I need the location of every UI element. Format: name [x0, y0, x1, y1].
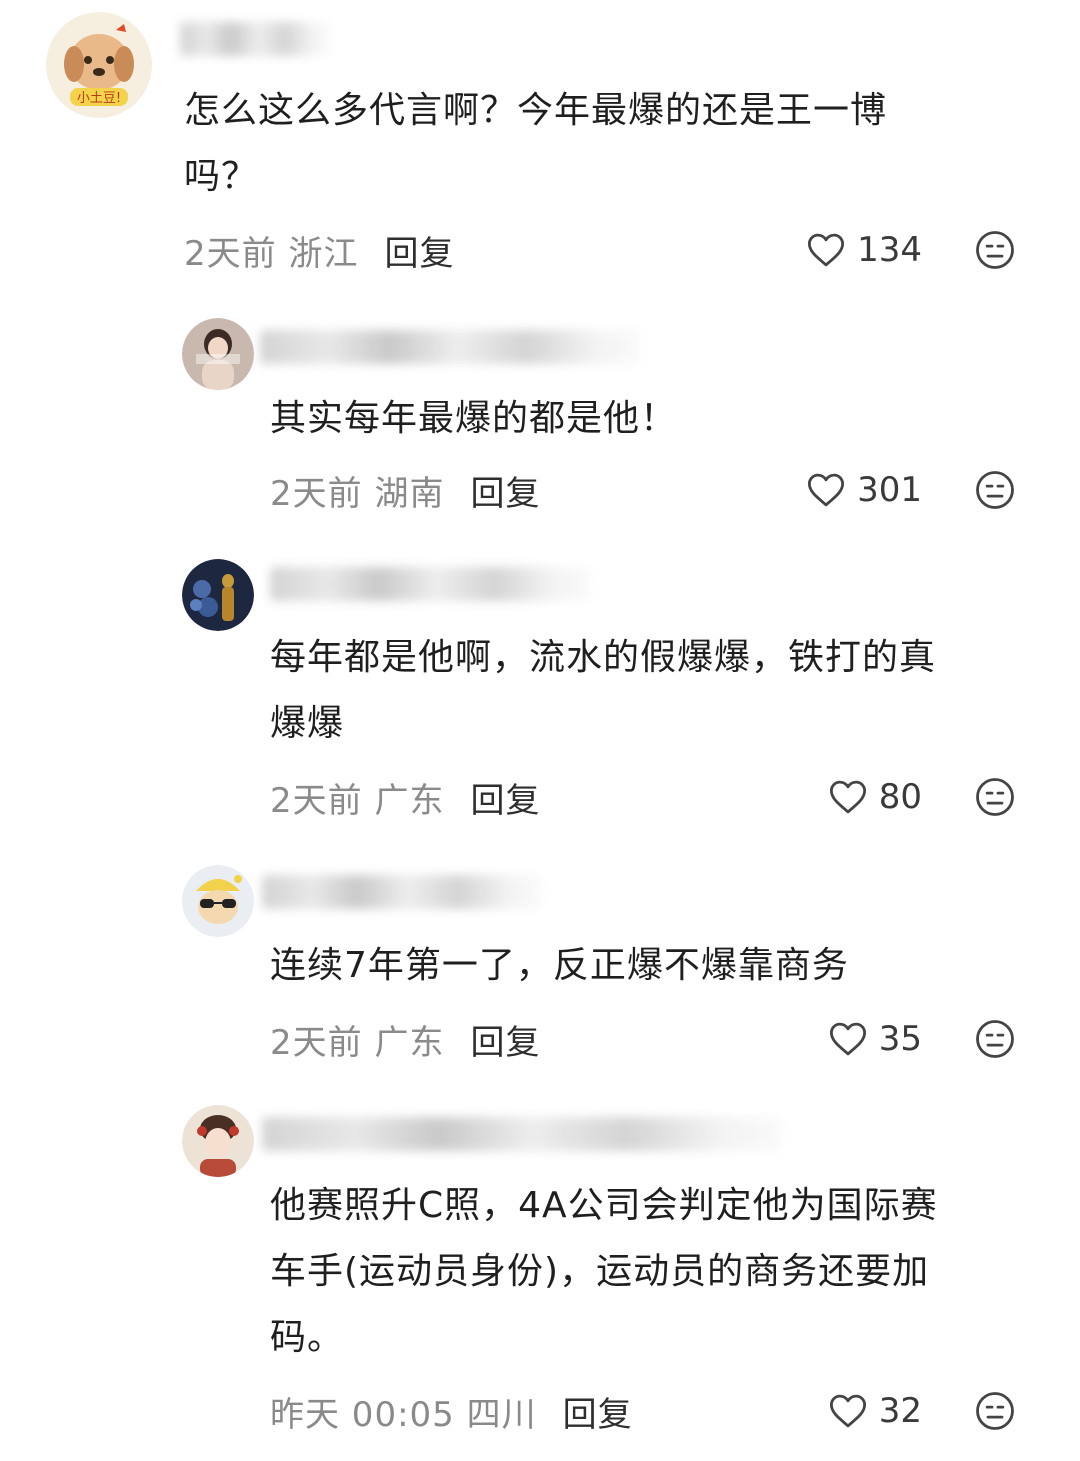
comment-meta: 2天前 广东 回复: [270, 1009, 540, 1069]
reply-button[interactable]: 回复: [470, 773, 540, 822]
heart-outline-icon: [829, 1394, 866, 1428]
comment-time-location: 2天前 广东: [270, 780, 445, 821]
meh-face-icon[interactable]: [974, 1018, 1016, 1060]
comment-time-location: 2天前 广东: [270, 1022, 445, 1063]
comment-text: 每年都是他啊，流水的假爆爆，铁打的真 爆爆: [270, 637, 937, 744]
comment-meta: 昨天 00:05 四川 回复: [270, 1381, 633, 1441]
like-count: 134: [857, 230, 922, 270]
username-blurred[interactable]: [270, 567, 590, 601]
comment-time-location: 2天前 湖南: [270, 473, 445, 514]
username-blurred[interactable]: [262, 875, 542, 909]
avatar[interactable]: [182, 1105, 254, 1177]
avatar[interactable]: [182, 865, 254, 937]
reply-button[interactable]: 回复: [563, 1387, 633, 1436]
meh-face-icon[interactable]: [974, 229, 1016, 271]
heart-outline-icon: [829, 780, 866, 814]
reply-button[interactable]: 回复: [470, 466, 540, 515]
like-count: 80: [878, 777, 922, 817]
username-blurred[interactable]: [262, 1117, 782, 1151]
avatar[interactable]: [182, 318, 254, 390]
meh-face-icon[interactable]: [974, 776, 1016, 818]
avatar[interactable]: 小土豆!: [46, 12, 152, 118]
heart-outline-icon: [808, 473, 845, 507]
comment-text: 他赛照升C照，4A公司会判定他为国际赛 车手(运动员身份)，运动员的商务还要加 …: [270, 1185, 938, 1358]
like-count: 301: [857, 470, 922, 510]
comment-meta: 2天前 湖南 回复: [270, 460, 540, 520]
like-count: 32: [878, 1391, 922, 1431]
comment-time-location: 2天前 浙江: [184, 233, 359, 274]
like-button[interactable]: 301: [772, 460, 922, 520]
heart-outline-icon: [808, 233, 845, 267]
comment-meta: 2天前 浙江 回复: [184, 220, 454, 280]
comment-item: 小土豆! 怎么这么多代言啊？今年最爆的还是王一博 吗？ 2天前 浙江 回复 13…: [0, 0, 1080, 290]
like-button[interactable]: 32: [772, 1381, 922, 1441]
comment-text: 连续7年第一了，反正爆不爆靠商务: [270, 945, 849, 986]
meh-face-icon[interactable]: [974, 1390, 1016, 1432]
like-button[interactable]: 35: [772, 1009, 922, 1069]
like-count: 35: [878, 1019, 922, 1059]
username-blurred[interactable]: [180, 22, 330, 56]
reply-item: 连续7年第一了，反正爆不爆靠商务 2天前 广东 回复 35: [0, 855, 1080, 1095]
comment-text: 怎么这么多代言啊？今年最爆的还是王一博 吗？: [184, 90, 888, 197]
comment-text: 其实每年最爆的都是他！: [270, 398, 678, 439]
meh-face-icon[interactable]: [974, 469, 1016, 511]
svg-text:小土豆!: 小土豆!: [77, 91, 121, 106]
like-button[interactable]: 134: [772, 220, 922, 280]
avatar[interactable]: [182, 559, 254, 631]
reply-button[interactable]: 回复: [384, 226, 454, 275]
heart-outline-icon: [829, 1022, 866, 1056]
reply-button[interactable]: 回复: [470, 1015, 540, 1064]
reply-item: 其实每年最爆的都是他！ 2天前 湖南 回复 301: [0, 300, 1080, 540]
like-button[interactable]: 80: [772, 767, 922, 827]
reply-item: 每年都是他啊，流水的假爆爆，铁打的真 爆爆 2天前 广东 回复 80: [0, 545, 1080, 845]
comment-meta: 2天前 广东 回复: [270, 767, 540, 827]
reply-item: 他赛照升C照，4A公司会判定他为国际赛 车手(运动员身份)，运动员的商务还要加 …: [0, 1095, 1080, 1461]
username-blurred[interactable]: [260, 330, 640, 364]
comment-time-location: 昨天 00:05 四川: [270, 1394, 537, 1435]
